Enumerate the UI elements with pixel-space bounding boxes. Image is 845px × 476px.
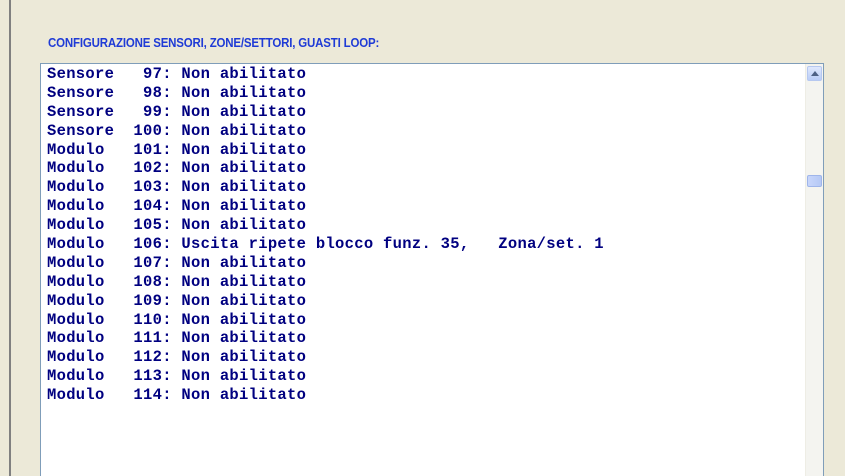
list-item[interactable]: Modulo 101: Non abilitato	[47, 141, 604, 160]
config-window: CONFIGURAZIONE SENSORI, ZONE/SETTORI, GU…	[0, 0, 845, 476]
list-item[interactable]: Modulo 113: Non abilitato	[47, 367, 604, 386]
list-item[interactable]: Modulo 105: Non abilitato	[47, 216, 604, 235]
list-item[interactable]: Modulo 114: Non abilitato	[47, 386, 604, 405]
list-item[interactable]: Modulo 110: Non abilitato	[47, 311, 604, 330]
list-item[interactable]: Modulo 108: Non abilitato	[47, 273, 604, 292]
list-item[interactable]: Modulo 103: Non abilitato	[47, 178, 604, 197]
scroll-thumb[interactable]	[807, 175, 822, 187]
section-title: CONFIGURAZIONE SENSORI, ZONE/SETTORI, GU…	[48, 36, 380, 50]
config-listbox[interactable]: Sensore 97: Non abilitato Sensore 98: Non…	[40, 63, 824, 476]
list-item[interactable]: Modulo 106: Uscita ripete blocco funz. 3…	[47, 235, 604, 254]
list-item[interactable]: Modulo 109: Non abilitato	[47, 292, 604, 311]
list-item[interactable]: Modulo 112: Non abilitato	[47, 348, 604, 367]
vertical-scrollbar[interactable]	[805, 64, 823, 476]
config-lines: Sensore 97: Non abilitato Sensore 98: Non…	[47, 65, 604, 405]
list-item[interactable]: Modulo 104: Non abilitato	[47, 197, 604, 216]
list-item[interactable]: Modulo 107: Non abilitato	[47, 254, 604, 273]
list-item[interactable]: Modulo 111: Non abilitato	[47, 329, 604, 348]
list-item[interactable]: Sensore 99: Non abilitato	[47, 103, 604, 122]
list-item[interactable]: Sensore 100: Non abilitato	[47, 122, 604, 141]
list-item[interactable]: Sensore 97: Non abilitato	[47, 65, 604, 84]
scroll-up-button[interactable]	[807, 66, 822, 81]
left-frame	[0, 0, 9, 476]
top-bar	[0, 0, 845, 12]
list-item[interactable]: Modulo 102: Non abilitato	[47, 159, 604, 178]
list-item[interactable]: Sensore 98: Non abilitato	[47, 84, 604, 103]
